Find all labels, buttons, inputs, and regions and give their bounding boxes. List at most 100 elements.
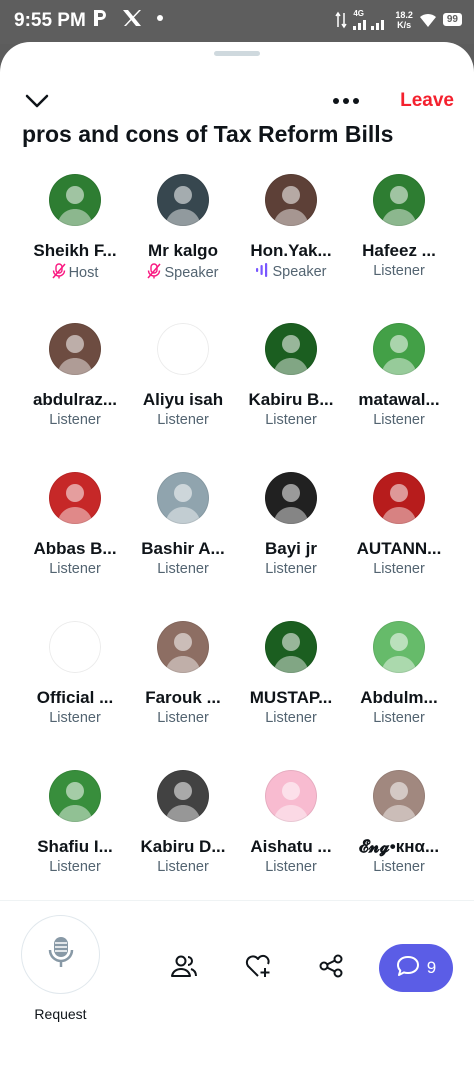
avatar[interactable] (157, 770, 209, 822)
participant-card[interactable]: matawal... Listener (345, 319, 453, 428)
data-arrows-icon (335, 11, 347, 29)
participant-role: Listener (129, 859, 237, 875)
participant-role: Listener (237, 859, 345, 875)
mic-off-icon (147, 263, 162, 283)
participant-card[interactable]: Kabiru B... Listener (237, 319, 345, 428)
avatar[interactable] (49, 621, 101, 673)
participant-role: Listener (345, 710, 453, 726)
avatar[interactable] (157, 174, 209, 226)
participant-name: 𝓔𝓷𝓰•кнα... (358, 837, 440, 856)
role-label: Host (68, 265, 99, 281)
chat-bubble-icon (396, 955, 420, 982)
participant-name: Shafiu I... (37, 837, 113, 856)
heart-plus-icon[interactable] (244, 952, 272, 980)
request-label: Request (34, 1006, 87, 1022)
network-speed: 18.2 K/s (395, 10, 413, 30)
participant-card[interactable]: Bashir A... Listener (129, 468, 237, 577)
status-bar: 9:55 PM 4G 18.2 K/s 99 (0, 0, 474, 44)
avatar[interactable] (265, 621, 317, 673)
participant-card[interactable]: Abbas B... Listener (21, 468, 129, 577)
role-label: Listener (265, 561, 317, 577)
microphone-icon (46, 935, 76, 974)
speed-value: 18.2 (395, 9, 413, 20)
people-icon[interactable] (170, 952, 198, 980)
role-label: Listener (265, 710, 317, 726)
battery-icon: 99 (442, 13, 462, 26)
participant-name: Abbas B... (33, 539, 117, 558)
role-label: Speaker (164, 265, 219, 281)
participant-role: Listener (21, 412, 129, 428)
participant-card[interactable]: Sheikh F... Host (21, 170, 129, 281)
role-label: Listener (157, 710, 209, 726)
participant-card[interactable]: Abdulm... Listener (345, 617, 453, 726)
participant-card[interactable]: Shafiu I... Listener (21, 766, 129, 875)
avatar[interactable] (373, 621, 425, 673)
participant-name: Aliyu isah (142, 390, 224, 409)
participant-name: abdulraz... (32, 390, 118, 409)
request-mic-button[interactable] (21, 915, 100, 994)
wifi-icon (419, 12, 437, 28)
participant-role: Listener (237, 412, 345, 428)
participant-name: Hafeez ... (362, 241, 436, 260)
role-label: Listener (373, 561, 425, 577)
avatar[interactable] (157, 323, 209, 375)
participant-role: Listener (21, 859, 129, 875)
participant-card[interactable]: Hafeez ... Listener (345, 170, 453, 279)
avatar[interactable] (265, 174, 317, 226)
notification-icons (92, 9, 164, 27)
participant-card[interactable]: Bayi jr Listener (237, 468, 345, 577)
participant-card[interactable]: AUTANN... Listener (345, 468, 453, 577)
avatar[interactable] (373, 472, 425, 524)
avatar[interactable] (373, 174, 425, 226)
participant-card[interactable]: abdulraz... Listener (21, 319, 129, 428)
participant-name: Kabiru B... (248, 390, 334, 409)
avatar[interactable] (265, 323, 317, 375)
network-type: 4G (353, 9, 365, 18)
participant-role: Listener (129, 561, 237, 577)
avatar[interactable] (265, 472, 317, 524)
role-label: Speaker (272, 264, 327, 280)
participant-card[interactable]: MUSTAP... Listener (237, 617, 345, 726)
role-label: Listener (373, 710, 425, 726)
participant-name: Bashir A... (141, 539, 225, 558)
participant-role: Listener (345, 859, 453, 875)
share-icon[interactable] (317, 952, 345, 980)
battery-level: 99 (442, 13, 462, 26)
participant-name: Abdulm... (360, 688, 438, 707)
participant-name: Aishatu ... (250, 837, 332, 856)
chat-button[interactable]: 9 (379, 944, 453, 992)
participant-role: Listener (237, 710, 345, 726)
participant-card[interactable]: 𝓔𝓷𝓰•кнα... Listener (345, 766, 453, 875)
avatar[interactable] (49, 770, 101, 822)
participant-role: Listener (129, 710, 237, 726)
participant-card[interactable]: Farouk ... Listener (129, 617, 237, 726)
participant-role: Speaker (237, 263, 345, 281)
avatar[interactable] (373, 323, 425, 375)
avatar[interactable] (373, 770, 425, 822)
avatar[interactable] (49, 174, 101, 226)
participant-card[interactable]: Mr kalgo Speaker (129, 170, 237, 281)
participant-card[interactable]: Aishatu ... Listener (237, 766, 345, 875)
more-options-icon[interactable] (330, 90, 362, 117)
avatar[interactable] (49, 472, 101, 524)
avatar[interactable] (265, 770, 317, 822)
participant-card[interactable]: Kabiru D... Listener (129, 766, 237, 875)
collapse-chevron-icon[interactable] (24, 90, 50, 117)
role-label: Listener (157, 412, 209, 428)
signal-group: 4G (353, 9, 389, 30)
status-time: 9:55 PM (14, 10, 86, 31)
leave-button[interactable]: Leave (400, 90, 454, 112)
participant-card[interactable]: Hon.Yak... Speaker (237, 170, 345, 280)
avatar[interactable] (157, 472, 209, 524)
role-label: Listener (49, 859, 101, 875)
avatar[interactable] (157, 621, 209, 673)
role-label: Listener (157, 561, 209, 577)
participant-role: Listener (345, 412, 453, 428)
drag-handle[interactable] (214, 51, 260, 56)
participant-card[interactable]: Official ... Listener (21, 617, 129, 726)
avatar[interactable] (49, 323, 101, 375)
bottom-divider (0, 900, 474, 901)
participant-role: Listener (237, 561, 345, 577)
participant-role: Listener (345, 263, 453, 279)
participant-card[interactable]: Aliyu isah Listener (129, 319, 237, 428)
